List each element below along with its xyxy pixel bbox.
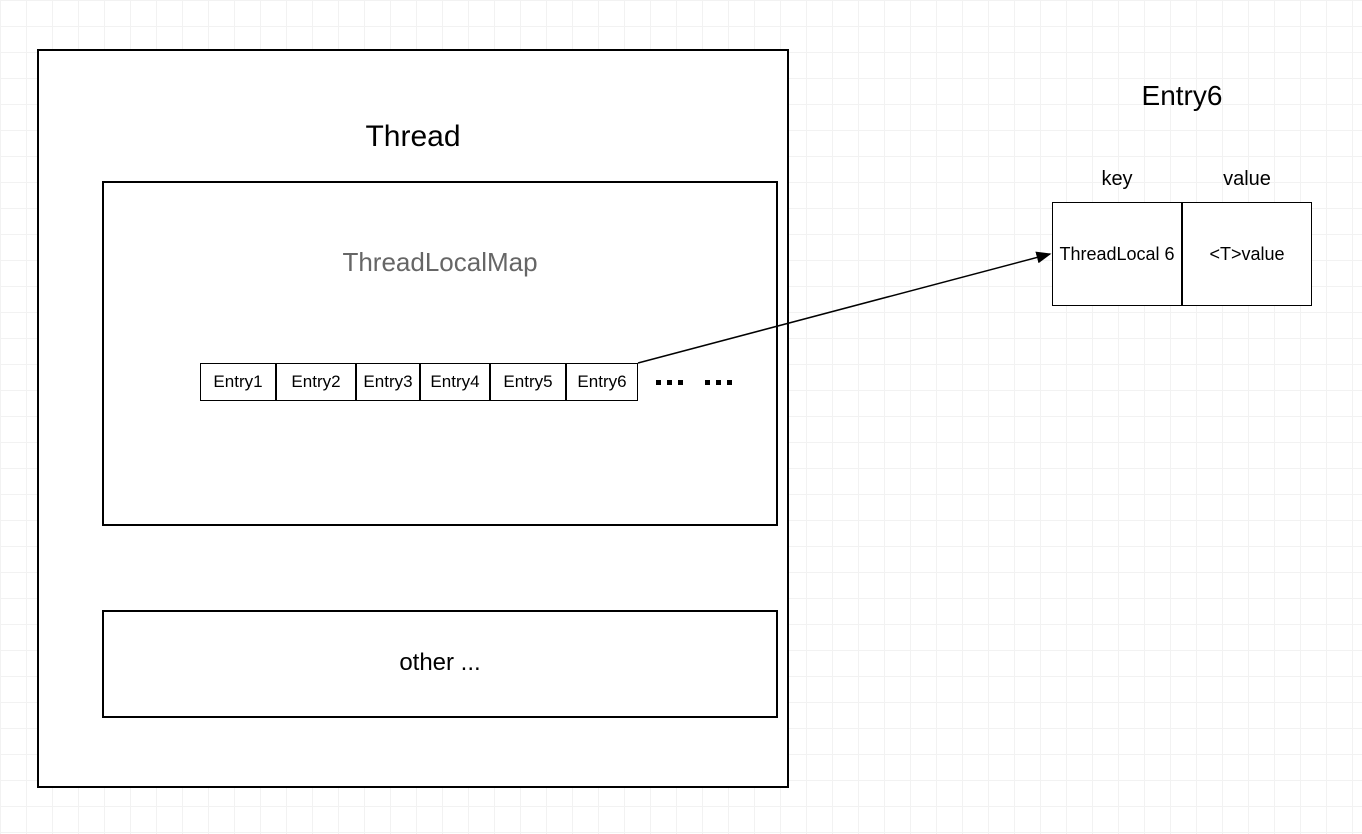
ellipsis-dots: [705, 363, 732, 401]
key-header: key: [1052, 168, 1182, 191]
threadlocalmap-title: ThreadLocalMap: [102, 247, 778, 278]
entry-cell: Entry5: [490, 363, 566, 401]
entry6-kv-table: ThreadLocal 6 <T>value: [1052, 202, 1312, 306]
entry-cell: Entry1: [200, 363, 276, 401]
entries-row: Entry1 Entry2 Entry3 Entry4 Entry5 Entry…: [200, 363, 732, 401]
entry-cell: Entry3: [356, 363, 420, 401]
ellipsis-dots: [656, 363, 683, 401]
entry6-title: Entry6: [1052, 80, 1312, 112]
entry-cell: Entry4: [420, 363, 490, 401]
entry-cell: Entry6: [566, 363, 638, 401]
value-header: value: [1182, 168, 1312, 191]
value-cell: <T>value: [1182, 202, 1312, 306]
other-label: other ...: [102, 649, 778, 677]
key-cell: ThreadLocal 6: [1052, 202, 1182, 306]
thread-title: Thread: [37, 120, 789, 154]
entry-cell: Entry2: [276, 363, 356, 401]
threadlocalmap-box: [102, 181, 778, 526]
